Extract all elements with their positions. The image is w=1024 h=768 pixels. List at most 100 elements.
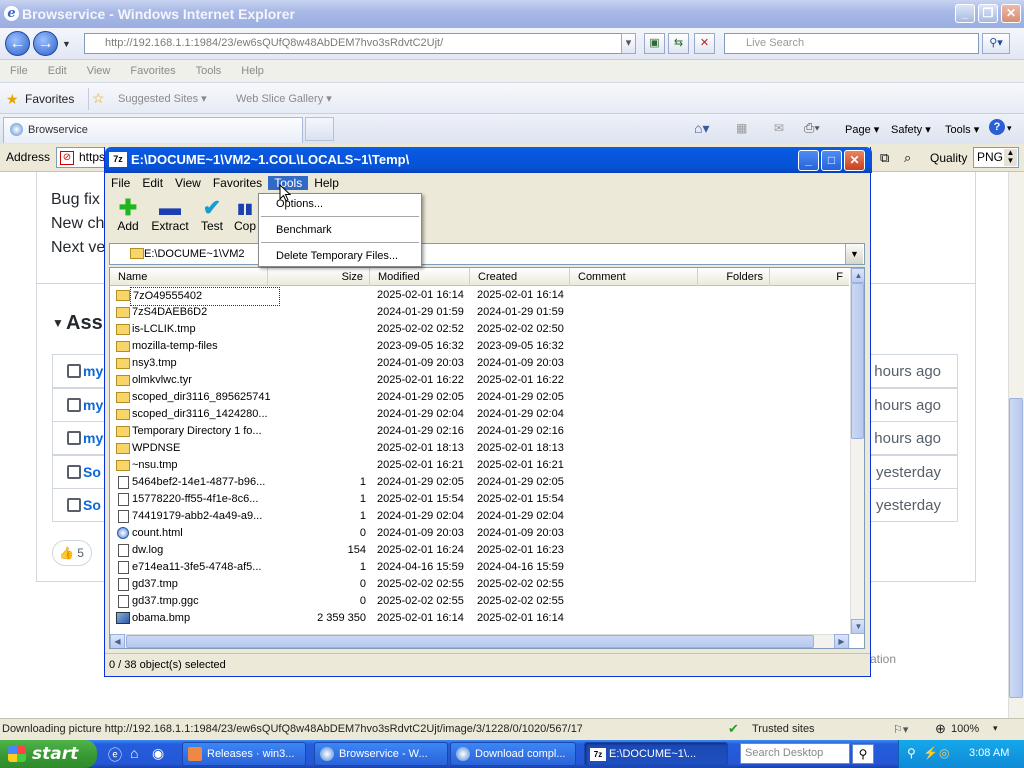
scroll-right-icon[interactable]: ▶ — [834, 634, 849, 648]
recent-pages-dropdown-icon[interactable]: ▼ — [62, 39, 71, 49]
browservice-address-input[interactable]: ⊘ https — [56, 147, 106, 168]
scroll-left-icon[interactable]: ◀ — [110, 634, 125, 648]
find-icon[interactable]: ⌕ — [904, 150, 911, 166]
forward-button[interactable]: → — [33, 31, 58, 56]
test-button[interactable]: ✔ Test — [190, 197, 234, 239]
stop-icon[interactable]: ✕ — [694, 33, 715, 54]
menu-tools[interactable]: Tools — [186, 65, 232, 77]
column-comment[interactable]: Comment — [570, 268, 698, 286]
add-button[interactable]: ✚ Add — [106, 197, 150, 239]
protected-mode-icon[interactable]: ⚐▾ — [893, 723, 908, 736]
copy-button[interactable]: ▮▮ Cop — [232, 197, 258, 239]
file-row[interactable]: scoped_dir3116_895625741 2024-01-29 02:05… — [110, 389, 849, 406]
add-favorite-icon[interactable]: ☆ — [92, 90, 105, 107]
safety-menu[interactable]: Safety ▾ — [891, 123, 931, 136]
scroll-up-icon[interactable]: ▲ — [851, 268, 864, 283]
file-row[interactable]: 15778220-ff55-4f1e-8c6... 1 2025-02-01 15:… — [110, 491, 849, 508]
menu-view[interactable]: View — [169, 176, 207, 190]
quicklaunch-ie-icon[interactable]: ⓔ — [108, 745, 122, 765]
file-row[interactable]: obama.bmp 2 359 350 2025-02-01 16:14 2025-0… — [110, 610, 849, 627]
list-horizontal-thumb[interactable] — [126, 635, 814, 648]
page-scrollbar-thumb[interactable] — [1009, 398, 1023, 698]
scroll-down-icon[interactable]: ▼ — [851, 619, 864, 634]
maximize-icon[interactable]: ❐ — [978, 4, 998, 23]
security-zone[interactable]: Trusted sites — [752, 723, 815, 735]
task-download[interactable]: Download compl... — [450, 742, 576, 766]
file-row[interactable]: scoped_dir3116_1424280... 2024-01-29 02:0… — [110, 406, 849, 423]
file-row[interactable]: 7zS4DAEB6D2 2024-01-29 01:59 2024-01-29 01… — [110, 304, 849, 321]
compatibility-icon[interactable]: ▣ — [644, 33, 665, 54]
zoom-level[interactable]: 100% — [951, 723, 979, 735]
minimize-icon[interactable]: _ — [798, 150, 819, 171]
web-slice-gallery-link[interactable]: Web Slice Gallery ▾ — [236, 92, 332, 105]
list-vertical-thumb[interactable] — [851, 283, 864, 439]
read-mail-icon[interactable]: ✉ — [774, 121, 784, 135]
quicklaunch-app-icon[interactable]: ◉ — [152, 745, 164, 762]
menu-favorites[interactable]: Favorites — [120, 65, 185, 77]
feeds-icon[interactable]: ▦ — [736, 121, 747, 135]
column-created[interactable]: Created — [470, 268, 570, 286]
maximize-icon[interactable]: □ — [821, 150, 842, 171]
column-size[interactable]: Size — [268, 268, 370, 286]
file-row[interactable]: 7zO49555402 2025-02-01 16:14 2025-02-01 16… — [110, 287, 849, 306]
task-browservice[interactable]: Browservice - W... — [314, 742, 448, 766]
file-row[interactable]: Temporary Directory 1 fo... 2024-01-29 02… — [110, 423, 849, 440]
file-row[interactable]: mozilla-temp-files 2023-09-05 16:32 2023-0… — [110, 338, 849, 355]
path-dropdown-icon[interactable]: ▼ — [845, 244, 863, 264]
file-row[interactable]: WPDNSE 2025-02-01 18:13 2025-02-01 18:13 — [110, 440, 849, 457]
tray-network-icon[interactable]: ⚡ — [923, 746, 938, 760]
quality-select[interactable]: PNG ▲ ▼ — [973, 147, 1019, 168]
menu-edit[interactable]: Edit — [136, 176, 169, 190]
file-row[interactable]: count.html 0 2024-01-09 20:03 2024-01-09 20… — [110, 525, 849, 542]
menu-file[interactable]: File — [105, 176, 136, 190]
file-row[interactable]: ~nsu.tmp 2025-02-01 16:21 2025-02-01 16:21 — [110, 457, 849, 474]
close-icon[interactable]: ✕ — [844, 150, 865, 171]
menu-help[interactable]: Help — [308, 176, 345, 190]
favorites-button[interactable]: Favorites — [25, 92, 74, 106]
file-row[interactable]: 5464bef2-14e1-4877-b96... 1 2024-01-29 02:… — [110, 474, 849, 491]
file-row[interactable]: dw.log 154 2025-02-01 16:24 2025-02-01 16:2… — [110, 542, 849, 559]
file-row[interactable]: is-LCLIK.tmp 2025-02-02 02:52 2025-02-02 0… — [110, 321, 849, 338]
quicklaunch-desktop-icon[interactable]: ⌂ — [130, 745, 138, 761]
zoom-dropdown-icon[interactable]: ▾ — [993, 723, 998, 734]
file-row[interactable]: e714ea11-3fe5-4748-af5... 1 2024-04-16 15:… — [110, 559, 849, 576]
home-icon[interactable]: ⌂▾ — [694, 120, 709, 137]
close-icon[interactable]: ✕ — [1001, 4, 1021, 23]
file-row[interactable]: gd37.tmp.ggc 0 2025-02-02 02:55 2025-02-02 … — [110, 593, 849, 610]
live-search-input[interactable]: Live Search — [724, 33, 979, 54]
column-files[interactable]: F — [770, 268, 849, 286]
help-icon[interactable]: ? — [989, 119, 1005, 135]
tools-menu[interactable]: Tools ▾ — [945, 123, 979, 136]
clock[interactable]: 3:08 AM — [969, 747, 1009, 759]
new-tab-button[interactable] — [305, 117, 334, 141]
menu-help[interactable]: Help — [231, 65, 274, 77]
print-icon[interactable]: ⎙▾ — [804, 120, 820, 136]
address-input[interactable]: http://192.168.1.1:1984/23/ew6sQUfQ8w48A… — [84, 33, 636, 54]
menu-item-delete-temp-files[interactable]: Delete Temporary Files... — [260, 247, 420, 265]
extract-button[interactable]: ▬ Extract — [148, 197, 192, 239]
tray-app-icon[interactable]: ◎ — [939, 746, 949, 760]
desktop-search-input[interactable]: Search Desktop — [740, 743, 850, 764]
reaction-button[interactable]: 👍 5 — [52, 540, 92, 566]
collapse-triangle-icon[interactable]: ▼ — [52, 316, 64, 330]
minimize-icon[interactable]: _ — [955, 4, 975, 23]
page-menu[interactable]: Page ▾ — [845, 123, 879, 136]
search-icon[interactable]: ⚲▾ — [982, 33, 1010, 54]
file-row[interactable]: olmkvlwc.tyr 2025-02-01 16:22 2025-02-01 1… — [110, 372, 849, 389]
column-modified[interactable]: Modified — [370, 268, 470, 286]
file-row[interactable]: 74419179-abb2-4a49-a9... 1 2024-01-29 02:0… — [110, 508, 849, 525]
column-name[interactable]: Name — [110, 268, 268, 286]
refresh-icon[interactable]: ⇆ — [668, 33, 689, 54]
tab-browservice[interactable]: Browservice — [3, 117, 303, 143]
column-folders[interactable]: Folders — [698, 268, 770, 286]
start-button[interactable]: start — [0, 740, 97, 768]
menu-favorites[interactable]: Favorites — [207, 176, 268, 190]
path-combobox[interactable]: E:\DOCUME~1\VM2 — [109, 243, 865, 265]
zoom-icon[interactable]: ⊕ — [935, 721, 946, 737]
bookmark-icon[interactable]: ⧉ — [880, 150, 889, 166]
address-dropdown-icon[interactable]: ▾ — [621, 33, 636, 54]
file-row[interactable]: gd37.tmp 0 2025-02-02 02:55 2025-02-02 02:5… — [110, 576, 849, 593]
file-row[interactable]: nsy3.tmp 2024-01-09 20:03 2024-01-09 20:03 — [110, 355, 849, 372]
task-releases[interactable]: Releases · win3... — [182, 742, 306, 766]
menu-item-benchmark[interactable]: Benchmark — [260, 221, 420, 239]
